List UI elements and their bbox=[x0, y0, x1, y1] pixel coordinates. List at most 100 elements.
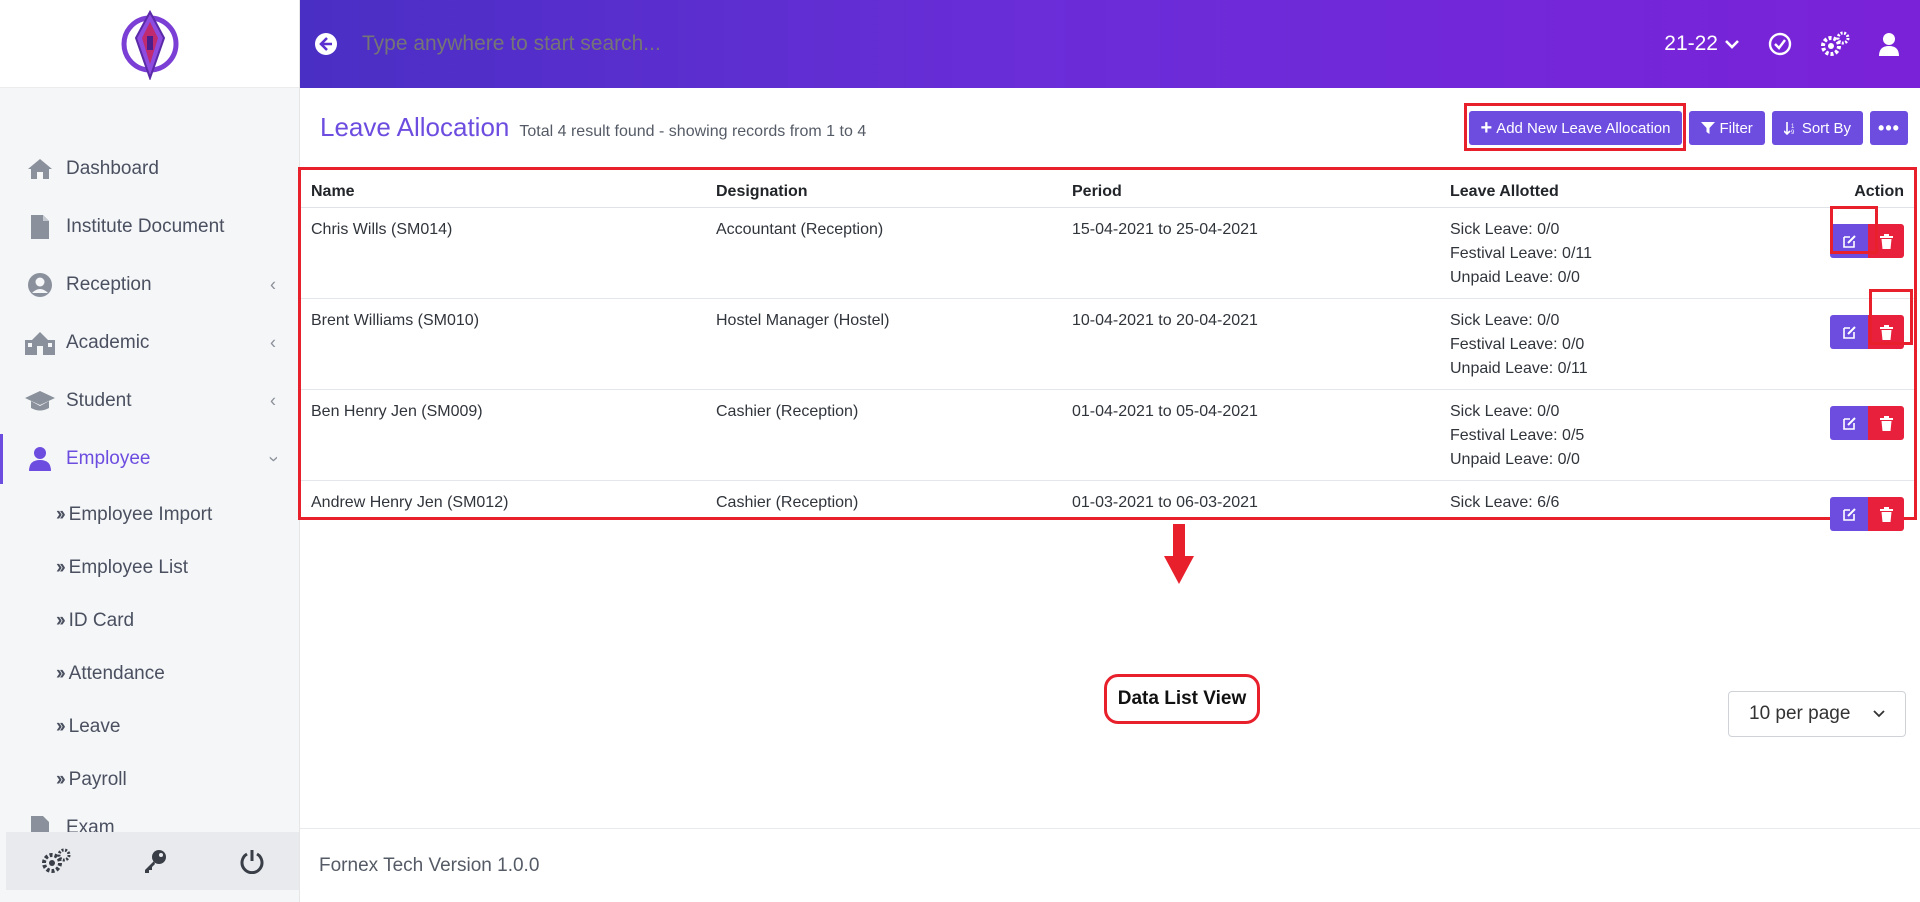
table-header-row: Name Designation Period Leave Allotted A… bbox=[301, 170, 1914, 208]
top-header: 21-22 bbox=[300, 0, 1920, 88]
sidebar-subitem-attendance[interactable]: ›› Attendance bbox=[0, 647, 299, 700]
cell-action bbox=[1740, 481, 1914, 540]
sidebar-item-academic[interactable]: Academic ‹ bbox=[0, 314, 299, 372]
sidebar-item-dashboard[interactable]: Dashboard bbox=[0, 140, 299, 198]
cell-period: 15-04-2021 to 25-04-2021 bbox=[1062, 207, 1440, 299]
leave-line: Unpaid Leave: 0/11 bbox=[1450, 360, 1588, 377]
chevron-left-icon: ‹ bbox=[270, 390, 276, 411]
sidebar-item-student[interactable]: Student ‹ bbox=[0, 372, 299, 430]
trash-icon bbox=[1879, 233, 1893, 249]
table-row: Andrew Henry Jen (SM012) Cashier (Recept… bbox=[301, 481, 1914, 540]
header-actions: 21-22 bbox=[1664, 0, 1900, 88]
per-page-select[interactable]: 10 per page bbox=[1728, 691, 1906, 737]
page-header: Leave Allocation Total 4 result found - … bbox=[320, 112, 866, 143]
settings-gears-icon[interactable] bbox=[41, 848, 71, 874]
double-chevron-icon: ›› bbox=[56, 715, 66, 737]
cell-leave-allotted: Sick Leave: 0/0 Festival Leave: 0/5 Unpa… bbox=[1440, 389, 1740, 481]
cell-leave-allotted: Sick Leave: 0/0 Festival Leave: 0/0 Unpa… bbox=[1440, 298, 1740, 390]
graduation-cap-icon bbox=[24, 387, 56, 415]
highlight-add-button bbox=[1464, 103, 1686, 151]
table-row: Chris Wills (SM014) Accountant (Receptio… bbox=[301, 207, 1914, 299]
sidebar-item-label: Dashboard bbox=[66, 158, 159, 179]
edit-button[interactable] bbox=[1830, 406, 1868, 440]
cell-action bbox=[1740, 207, 1914, 299]
cell-period: 10-04-2021 to 20-04-2021 bbox=[1062, 298, 1440, 390]
version-text: Fornex Tech Version 1.0.0 bbox=[319, 854, 540, 876]
double-chevron-icon: ›› bbox=[56, 556, 66, 578]
delete-button[interactable] bbox=[1868, 406, 1904, 440]
sidebar-item-reception[interactable]: Reception ‹ bbox=[0, 256, 299, 314]
sort-icon: 19 bbox=[1783, 122, 1795, 135]
cell-name: Chris Wills (SM014) bbox=[301, 207, 706, 299]
sidebar-subitem-leave[interactable]: ›› Leave bbox=[0, 700, 299, 753]
trash-icon bbox=[1879, 506, 1893, 522]
user-icon[interactable] bbox=[1878, 32, 1900, 56]
sort-button-label: Sort By bbox=[1801, 119, 1851, 137]
sidebar-subitem-id-card[interactable]: ›› ID Card bbox=[0, 594, 299, 647]
sidebar-subitem-label: Payroll bbox=[68, 768, 127, 790]
more-options-button[interactable]: ••• bbox=[1870, 111, 1908, 145]
trash-icon bbox=[1879, 415, 1893, 431]
settings-gears-icon[interactable] bbox=[1820, 31, 1850, 57]
main-content: Leave Allocation Total 4 result found - … bbox=[298, 88, 1920, 902]
filter-button[interactable]: Filter bbox=[1689, 111, 1765, 145]
search-input[interactable] bbox=[362, 32, 1262, 56]
cell-leave-allotted: Sick Leave: 0/0 Festival Leave: 0/11 Unp… bbox=[1440, 207, 1740, 299]
session-year-value: 21-22 bbox=[1664, 32, 1718, 55]
table-row: Brent Williams (SM010) Hostel Manager (H… bbox=[301, 298, 1914, 390]
cell-name: Brent Williams (SM010) bbox=[301, 298, 706, 390]
leave-line: Unpaid Leave: 0/0 bbox=[1450, 269, 1580, 286]
double-chevron-icon: ›› bbox=[56, 662, 66, 684]
sidebar-subitem-employee-import[interactable]: ›› Employee Import bbox=[0, 488, 299, 541]
cell-designation: Hostel Manager (Hostel) bbox=[706, 298, 1062, 390]
sidebar-subitem-label: Attendance bbox=[68, 662, 165, 684]
delete-button[interactable] bbox=[1868, 497, 1904, 531]
chevron-down-icon bbox=[1873, 710, 1885, 718]
sort-by-button[interactable]: 19 Sort By bbox=[1771, 111, 1863, 145]
edit-button[interactable] bbox=[1830, 315, 1868, 349]
page-title: Leave Allocation bbox=[320, 112, 510, 142]
sidebar-subitem-employee-list[interactable]: ›› Employee List bbox=[0, 541, 299, 594]
cell-designation: Accountant (Reception) bbox=[706, 207, 1062, 299]
sidebar-item-employee[interactable]: Employee ‹ bbox=[0, 430, 299, 488]
edit-icon bbox=[1842, 416, 1856, 430]
school-icon bbox=[24, 329, 56, 357]
annotation-callout: Data List View bbox=[1104, 674, 1260, 724]
session-year-dropdown[interactable]: 21-22 bbox=[1664, 32, 1740, 56]
logo-icon bbox=[121, 9, 178, 80]
cell-action bbox=[1740, 389, 1914, 481]
employee-icon bbox=[24, 445, 56, 473]
sidebar-subitem-label: ID Card bbox=[68, 609, 135, 631]
highlight-delete-button bbox=[1869, 289, 1913, 345]
result-summary: Total 4 result found - showing records f… bbox=[519, 123, 867, 140]
double-chevron-icon: ›› bbox=[56, 503, 66, 525]
document-icon bbox=[24, 213, 56, 241]
filter-icon bbox=[1701, 122, 1716, 134]
edit-button[interactable] bbox=[1830, 497, 1868, 531]
chevron-down-icon: ‹ bbox=[262, 456, 283, 462]
cell-period: 01-03-2021 to 06-03-2021 bbox=[1072, 494, 1258, 511]
key-icon[interactable] bbox=[142, 848, 168, 874]
user-circle-icon bbox=[24, 271, 56, 299]
leave-allocation-table: Name Designation Period Leave Allotted A… bbox=[301, 170, 1914, 539]
logo[interactable] bbox=[0, 0, 299, 88]
chevron-left-icon: ‹ bbox=[270, 332, 276, 353]
double-chevron-icon: ›› bbox=[56, 768, 66, 790]
sidebar-subitem-payroll[interactable]: ›› Payroll bbox=[0, 753, 299, 806]
edit-icon bbox=[1842, 507, 1856, 521]
data-list-table: Name Designation Period Leave Allotted A… bbox=[298, 167, 1917, 531]
leave-line: Festival Leave: 0/0 bbox=[1450, 336, 1585, 353]
back-arrow-icon[interactable] bbox=[314, 32, 338, 56]
sidebar-item-institute-document[interactable]: Institute Document bbox=[0, 198, 299, 256]
column-header-period: Period bbox=[1062, 170, 1440, 208]
app: Dashboard Institute Document Reception ‹ bbox=[0, 0, 1920, 902]
sidebar-item-label: Student bbox=[66, 390, 132, 411]
check-circle-icon[interactable] bbox=[1768, 32, 1792, 56]
filter-button-label: Filter bbox=[1719, 119, 1753, 137]
sidebar-subitem-label: Leave bbox=[68, 715, 121, 737]
power-icon[interactable] bbox=[239, 848, 265, 874]
leave-line: Festival Leave: 0/11 bbox=[1450, 245, 1593, 262]
cell-name: Andrew Henry Jen (SM012) bbox=[311, 494, 509, 511]
annotation-arrow bbox=[1164, 524, 1194, 589]
sidebar: Dashboard Institute Document Reception ‹ bbox=[0, 0, 300, 902]
